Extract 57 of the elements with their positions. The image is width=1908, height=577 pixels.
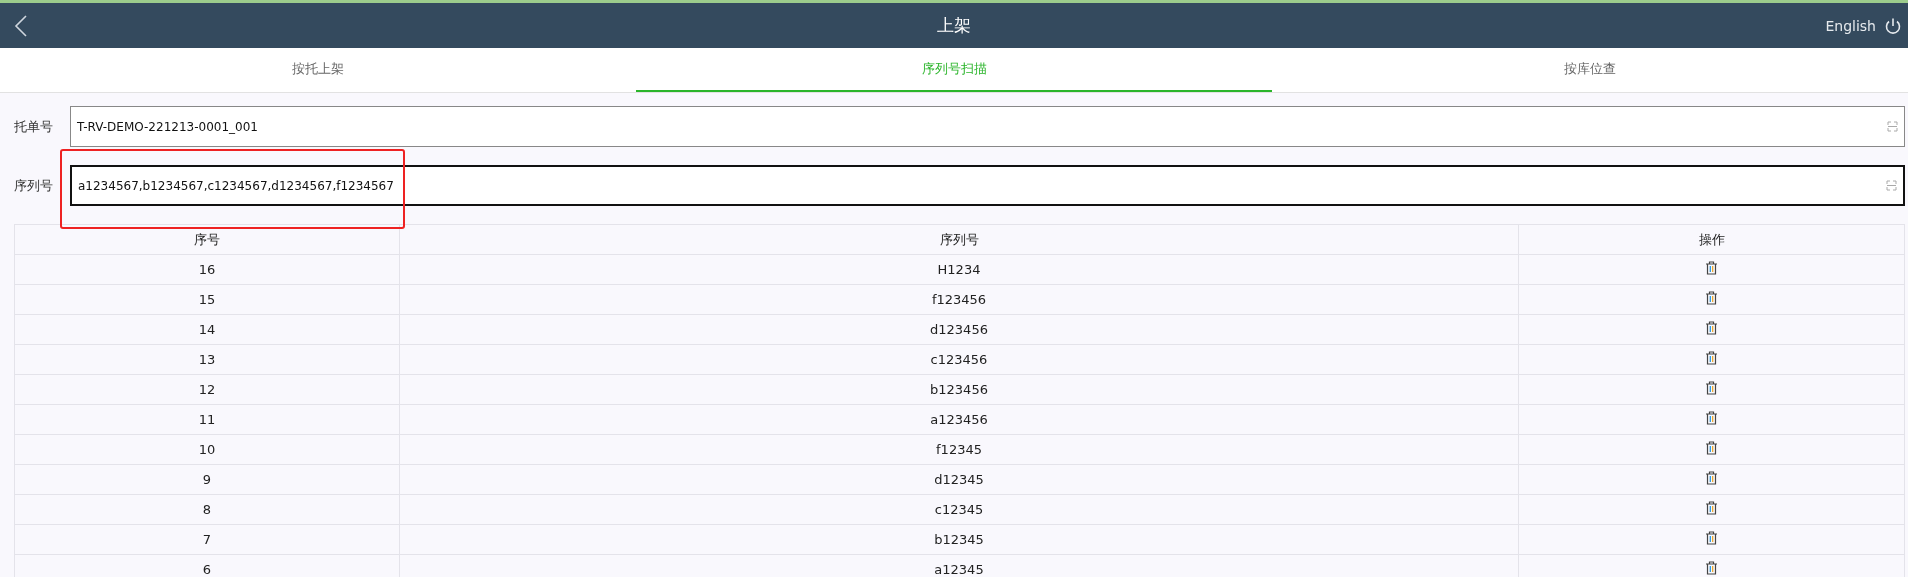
table-cell: a123456 (399, 404, 1519, 435)
language-button[interactable]: English (1825, 17, 1876, 34)
delete-button[interactable] (1705, 261, 1718, 275)
table-cell: 10 (14, 434, 400, 465)
tab[interactable]: 按托上架 (0, 48, 636, 92)
delete-button[interactable] (1705, 381, 1718, 395)
table-cell: 12 (14, 374, 400, 405)
table-cell: 15 (14, 284, 400, 315)
trash-icon (1705, 321, 1718, 335)
table-cell: c12345 (399, 494, 1519, 525)
column-header: 操作 (1518, 224, 1905, 255)
delete-button[interactable] (1705, 291, 1718, 305)
table-cell: b12345 (399, 524, 1519, 555)
tab[interactable]: 按库位查 (1272, 48, 1908, 92)
column-header: 序号 (14, 224, 400, 255)
trash-icon (1705, 291, 1718, 305)
input-field[interactable]: a1234567,b1234567,c1234567,d1234567,f1234567 (70, 165, 1905, 206)
table-cell: 16 (14, 254, 400, 285)
delete-button[interactable] (1705, 471, 1718, 485)
table-cell: d12345 (399, 464, 1519, 495)
table-cell: 11 (14, 404, 400, 435)
delete-button[interactable] (1705, 441, 1718, 455)
table-cell: b123456 (399, 374, 1519, 405)
trash-icon (1705, 561, 1718, 575)
table-cell: c123456 (399, 344, 1519, 375)
table-cell: 14 (14, 314, 400, 345)
trash-icon (1705, 441, 1718, 455)
column-header: 序列号 (399, 224, 1519, 255)
delete-button[interactable] (1705, 531, 1718, 545)
trash-icon (1705, 501, 1718, 515)
delete-button[interactable] (1705, 561, 1718, 575)
page-title: 上架 (937, 14, 971, 37)
table-cell: 8 (14, 494, 400, 525)
field-label: 托单号 (14, 117, 54, 136)
trash-icon (1705, 531, 1718, 545)
delete-button[interactable] (1705, 351, 1718, 365)
table-cell: 6 (14, 554, 400, 577)
input-field[interactable]: T-RV-DEMO-221213-0001_001 (70, 106, 1905, 147)
table-cell: H1234 (399, 254, 1519, 285)
trash-icon (1705, 471, 1718, 485)
power-icon (1884, 16, 1902, 35)
table-cell: 13 (14, 344, 400, 375)
power-button[interactable] (1884, 16, 1902, 35)
trash-icon (1705, 411, 1718, 425)
delete-button[interactable] (1705, 411, 1718, 425)
delete-button[interactable] (1705, 501, 1718, 515)
table-cell: f12345 (399, 434, 1519, 465)
delete-button[interactable] (1705, 321, 1718, 335)
table-cell: d123456 (399, 314, 1519, 345)
table-cell: f123456 (399, 284, 1519, 315)
trash-icon (1705, 381, 1718, 395)
chevron-left-icon (14, 14, 28, 37)
table-cell: 9 (14, 464, 400, 495)
trash-icon (1705, 351, 1718, 365)
trash-icon (1705, 261, 1718, 275)
table-cell: 7 (14, 524, 400, 555)
field-label: 序列号 (14, 176, 54, 195)
